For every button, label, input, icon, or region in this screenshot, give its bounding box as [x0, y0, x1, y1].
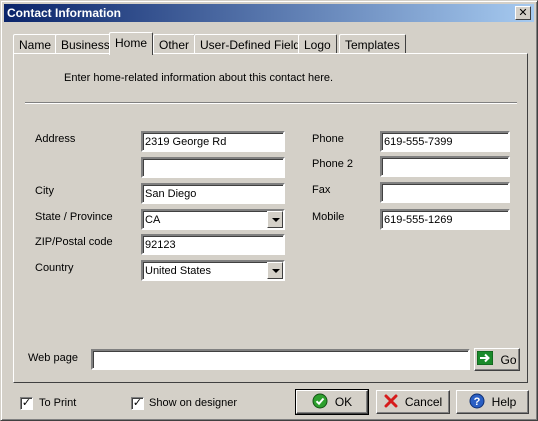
chevron-down-icon[interactable]: [267, 211, 283, 228]
tab-home[interactable]: Home: [109, 32, 154, 55]
zip-field[interactable]: 92123: [141, 234, 285, 255]
contact-information-dialog: Contact Information ✕ Name Business Home…: [0, 0, 538, 421]
tab-business[interactable]: Business: [55, 34, 116, 54]
mobile-field[interactable]: 619-555-1269: [380, 209, 510, 230]
address-line2-field[interactable]: [141, 157, 285, 178]
country-combo[interactable]: United States: [141, 260, 285, 281]
intro-text: Enter home-related information about thi…: [64, 72, 334, 84]
fax-field[interactable]: [380, 182, 510, 203]
tab-user-defined-fields[interactable]: User-Defined Fields: [194, 34, 313, 54]
webpage-field[interactable]: [91, 349, 470, 370]
title-bar[interactable]: Contact Information ✕: [4, 4, 534, 22]
cancel-label: Cancel: [404, 395, 443, 409]
to-print-label: To Print: [39, 397, 77, 409]
phone-field[interactable]: 619-555-7399: [380, 131, 510, 152]
state-value: CA: [145, 214, 161, 226]
phone2-field[interactable]: [380, 156, 510, 177]
city-field[interactable]: San Diego: [141, 183, 285, 204]
check-circle-icon: [312, 393, 328, 412]
close-icon: ✕: [518, 6, 528, 19]
go-label: Go: [500, 352, 517, 367]
tab-name[interactable]: Name: [13, 34, 58, 54]
separator: [25, 102, 517, 104]
fax-label: Fax: [312, 184, 331, 196]
close-button[interactable]: ✕: [515, 6, 531, 20]
tab-other[interactable]: Other: [153, 34, 196, 54]
home-tab-panel: Enter home-related information about thi…: [13, 53, 528, 383]
country-value: United States: [145, 265, 212, 277]
zip-label: ZIP/Postal code: [35, 236, 113, 248]
tab-templates[interactable]: Templates: [339, 34, 406, 54]
phone-label: Phone: [312, 133, 344, 145]
webpage-label: Web page: [28, 352, 78, 364]
go-button[interactable]: Go: [474, 348, 520, 371]
chevron-down-icon[interactable]: [267, 262, 283, 279]
help-label: Help: [491, 395, 517, 409]
address-line1-field[interactable]: 2319 George Rd: [141, 131, 285, 152]
cancel-button[interactable]: Cancel: [376, 390, 450, 414]
city-label: City: [35, 185, 54, 197]
show-on-designer-checkbox[interactable]: ✓: [131, 397, 144, 410]
ok-button[interactable]: OK: [295, 389, 369, 415]
red-x-icon: [384, 394, 398, 411]
window-title: Contact Information: [7, 6, 121, 20]
state-combo[interactable]: CA: [141, 209, 285, 230]
show-on-designer-label: Show on designer: [149, 397, 238, 409]
state-label: State / Province: [35, 211, 113, 223]
help-button[interactable]: ? Help: [456, 390, 529, 414]
address-label: Address: [35, 133, 76, 145]
ok-label: OK: [334, 395, 353, 409]
tab-logo[interactable]: Logo: [298, 34, 337, 54]
question-circle-icon: ?: [469, 393, 485, 412]
mobile-label: Mobile: [312, 211, 345, 223]
green-arrow-icon: [476, 350, 494, 368]
phone2-label: Phone 2: [312, 158, 353, 170]
svg-text:?: ?: [473, 396, 480, 408]
country-label: Country: [35, 262, 74, 274]
to-print-checkbox[interactable]: ✓: [20, 397, 33, 410]
